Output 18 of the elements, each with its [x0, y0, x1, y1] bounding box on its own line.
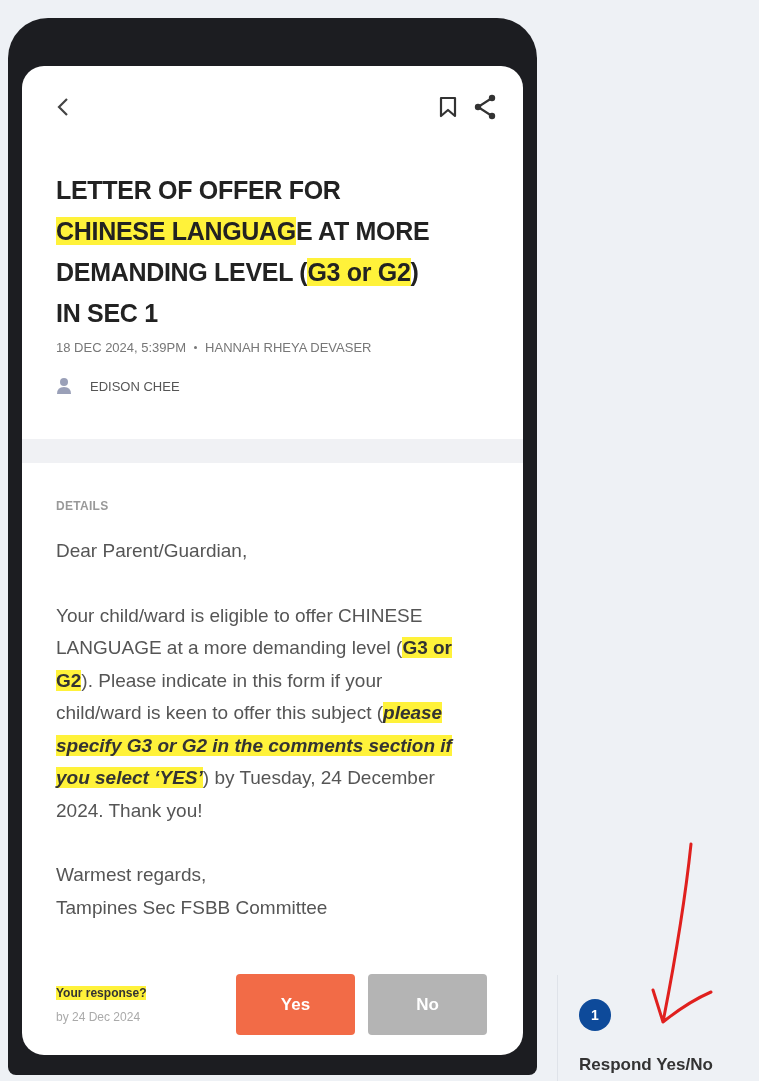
step-caption: Respond Yes/No	[579, 1055, 713, 1075]
post-date: 18 DEC 2024, 5:39PM	[56, 340, 187, 355]
no-button[interactable]: No	[368, 974, 487, 1035]
response-prompt: Your response?	[56, 985, 147, 1000]
section-label: DETAILS	[56, 499, 110, 513]
share-icon[interactable]	[473, 94, 497, 120]
greeting-text: Dear Parent/Guardian,	[56, 539, 249, 563]
step-badge: 1	[579, 999, 611, 1031]
deadline-text: by 24 Dec 2024	[56, 1009, 142, 1024]
signature-text: Tampines Sec FSBB Committee	[56, 895, 329, 920]
bookmark-icon[interactable]	[439, 96, 457, 118]
recipient-name: EDISON CHEE	[90, 378, 180, 394]
separator-dot	[194, 346, 198, 349]
yes-button[interactable]: Yes	[236, 974, 355, 1035]
person-icon	[56, 377, 72, 395]
author-name: HANNAH RHEYA DEVASER	[205, 340, 372, 355]
back-icon[interactable]	[56, 97, 70, 117]
closing-text: Warmest regards,	[56, 863, 208, 887]
